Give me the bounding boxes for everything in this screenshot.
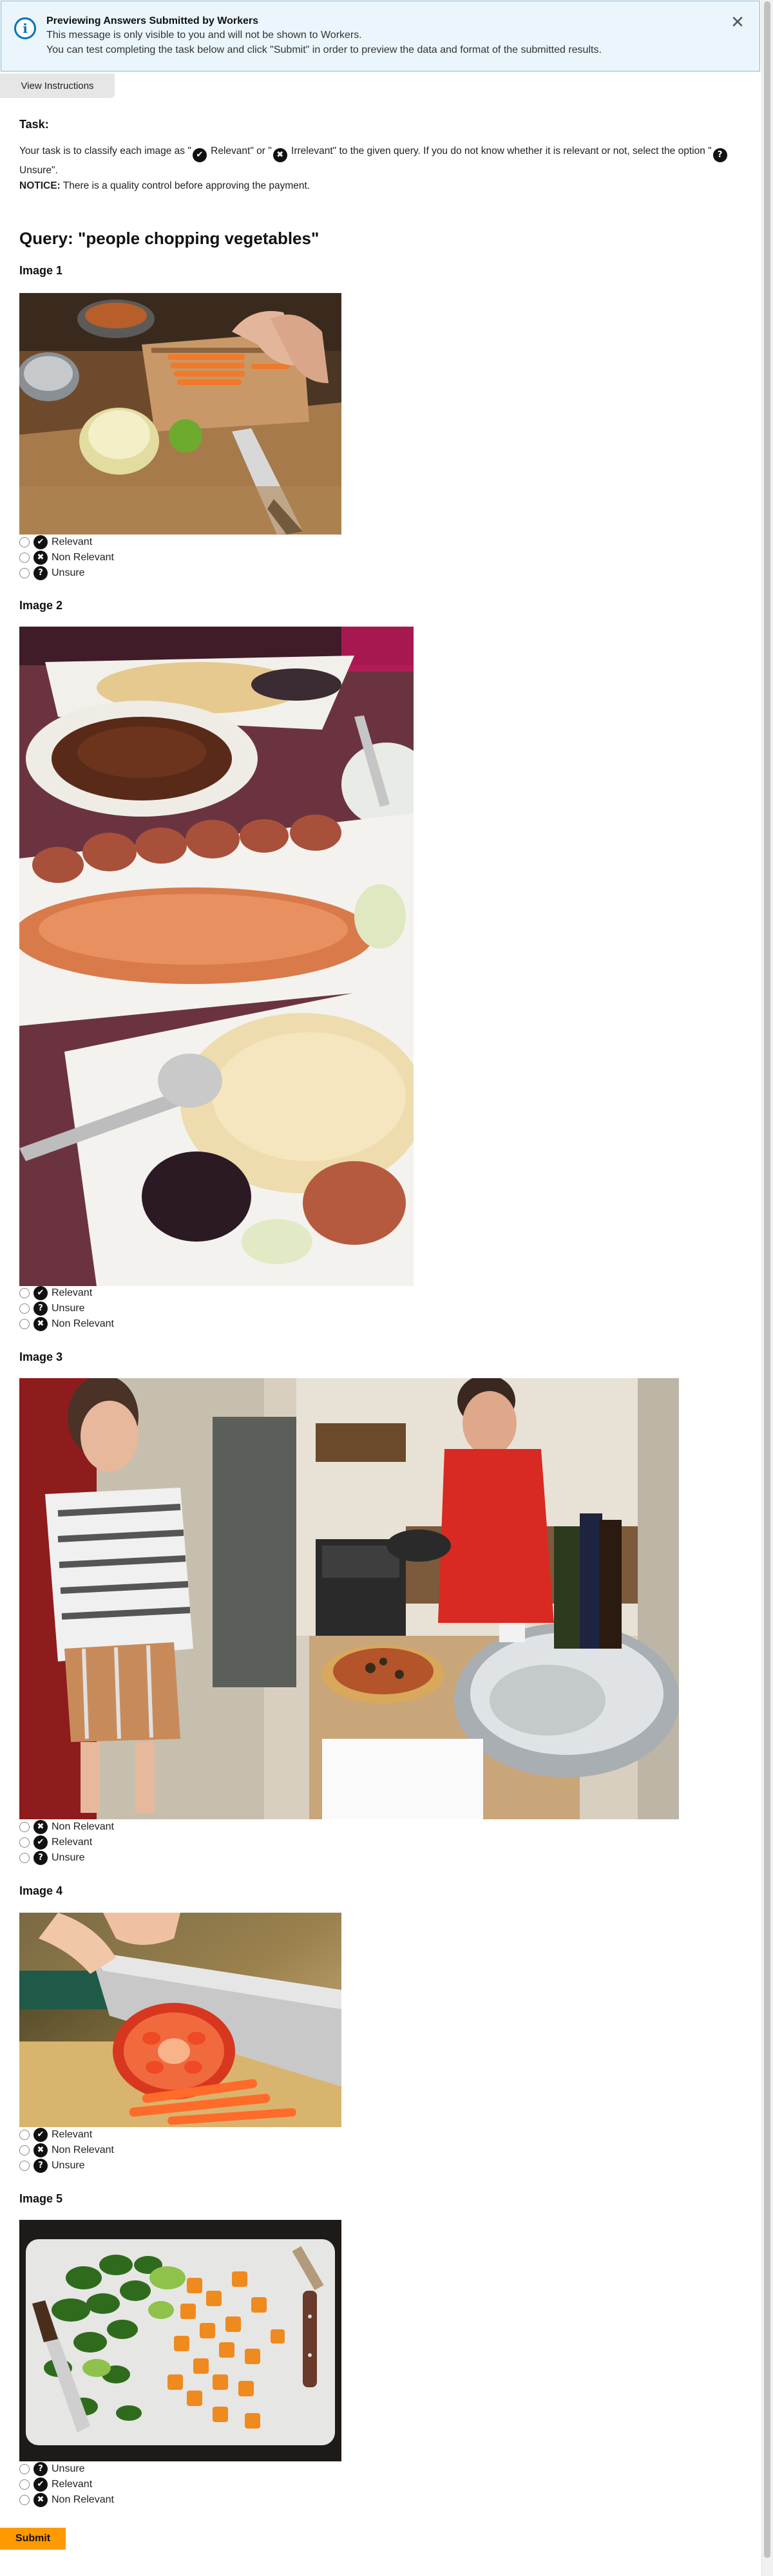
option-non-relevant[interactable]: ✖ Non Relevant [19,2492,114,2508]
banner-message-line: You can test completing the task below a… [46,44,602,55]
image-3-options: ✖ Non Relevant ✔ Relevant ? Unsure [19,1819,114,1866]
image-title: Image 2 [19,599,63,612]
option-label: Unsure [52,2160,85,2171]
view-instructions-button[interactable]: View Instructions [0,73,115,98]
question-icon: ? [33,566,48,580]
radio-button[interactable] [19,1837,30,1848]
radio-button[interactable] [19,1319,30,1329]
radio-button[interactable] [19,1853,30,1863]
option-unsure[interactable]: ? Unsure [19,1850,114,1866]
option-relevant[interactable]: ✔ Relevant [19,2127,114,2143]
notice: NOTICE: There is a quality control befor… [19,180,310,192]
option-label: Unsure [52,1303,85,1314]
task-text: Irrelevant" to the given query. If you d… [288,146,712,156]
image-2-photo [19,627,414,1286]
image-title: Image 5 [19,2192,63,2205]
option-label: Non Relevant [52,2145,114,2155]
option-label: Unsure [52,2463,85,2474]
image-title: Image 4 [19,1884,63,1897]
option-unsure[interactable]: ? Unsure [19,1301,114,1316]
question-icon: ? [33,2462,48,2476]
task-text: Your task is to classify each image as " [19,146,191,156]
cross-icon: ✖ [33,1820,48,1834]
option-non-relevant[interactable]: ✖ Non Relevant [19,1316,114,1332]
option-unsure[interactable]: ? Unsure [19,2158,114,2174]
task-heading: Task: [19,118,49,131]
cross-icon: ✖ [33,1317,48,1331]
notice-label: NOTICE: [19,180,61,191]
question-icon: ? [33,1851,48,1865]
option-label: Relevant [52,536,93,547]
check-icon: ✔ [33,2128,48,2142]
submit-button[interactable]: Submit [0,2528,66,2550]
option-unsure[interactable]: ? Unsure [19,2461,114,2477]
banner-message-line: This message is only visible to you and … [46,30,362,41]
radio-button[interactable] [19,2464,30,2474]
option-label: Relevant [52,2129,93,2140]
task-description: Your task is to classify each image as "… [19,143,747,179]
cross-icon: ✖ [272,148,287,162]
radio-button[interactable] [19,1288,30,1298]
check-icon: ✔ [33,2477,48,2492]
option-label: Non Relevant [52,1821,114,1832]
image-4-options: ✔ Relevant ✖ Non Relevant ? Unsure [19,2127,114,2174]
check-icon: ✔ [192,148,207,162]
question-icon: ? [33,2159,48,2173]
radio-button[interactable] [19,553,30,563]
radio-button[interactable] [19,568,30,578]
option-label: Relevant [52,2479,93,2490]
image-3-photo [19,1378,679,1819]
image-title: Image 1 [19,264,63,277]
option-relevant[interactable]: ✔ Relevant [19,1835,114,1850]
option-label: Relevant [52,1287,93,1298]
image-4-photo [19,1913,341,2127]
page-scrollbar[interactable] [761,0,773,2576]
option-non-relevant[interactable]: ✖ Non Relevant [19,550,114,565]
option-label: Relevant [52,1837,93,1848]
check-icon: ✔ [33,535,48,549]
task-text: Relevant" or " [207,146,272,156]
radio-button[interactable] [19,2145,30,2155]
question-icon: ? [33,1302,48,1316]
option-relevant[interactable]: ✔ Relevant [19,2477,114,2492]
check-icon: ✔ [33,1835,48,1850]
option-non-relevant[interactable]: ✖ Non Relevant [19,1819,114,1835]
radio-button[interactable] [19,2130,30,2140]
image-title: Image 3 [19,1350,63,1363]
question-icon: ? [712,148,727,162]
image-2-options: ✔ Relevant ? Unsure ✖ Non Relevant [19,1285,114,1332]
notice-text: There is a quality control before approv… [60,180,310,191]
option-label: Unsure [52,1852,85,1863]
info-icon: i [14,17,36,39]
task-text: Unsure". [19,165,58,176]
option-label: Non Relevant [52,552,114,563]
image-1-photo [19,293,341,535]
radio-button[interactable] [19,1822,30,1832]
option-label: Non Relevant [52,1318,114,1329]
banner-title: Previewing Answers Submitted by Workers [46,15,258,26]
option-label: Non Relevant [52,2494,114,2505]
check-icon: ✔ [33,1286,48,1300]
option-relevant[interactable]: ✔ Relevant [19,535,114,550]
image-5-photo [19,2220,341,2461]
cross-icon: ✖ [33,551,48,565]
image-1-options: ✔ Relevant ✖ Non Relevant ? Unsure [19,535,114,581]
image-5-options: ? Unsure ✔ Relevant ✖ Non Relevant [19,2461,114,2508]
option-relevant[interactable]: ✔ Relevant [19,1285,114,1301]
scrollbar-thumb[interactable] [764,1,770,2558]
option-non-relevant[interactable]: ✖ Non Relevant [19,2143,114,2158]
option-unsure[interactable]: ? Unsure [19,565,114,581]
radio-button[interactable] [19,2161,30,2171]
radio-button[interactable] [19,1303,30,1314]
radio-button[interactable] [19,2495,30,2505]
preview-banner: i Previewing Answers Submitted by Worker… [1,1,760,71]
option-label: Unsure [52,567,85,578]
radio-button[interactable] [19,537,30,547]
cross-icon: ✖ [33,2143,48,2157]
close-icon[interactable]: ✕ [729,13,747,31]
cross-icon: ✖ [33,2493,48,2507]
query-heading: Query: "people chopping vegetables" [19,229,320,248]
radio-button[interactable] [19,2479,30,2490]
